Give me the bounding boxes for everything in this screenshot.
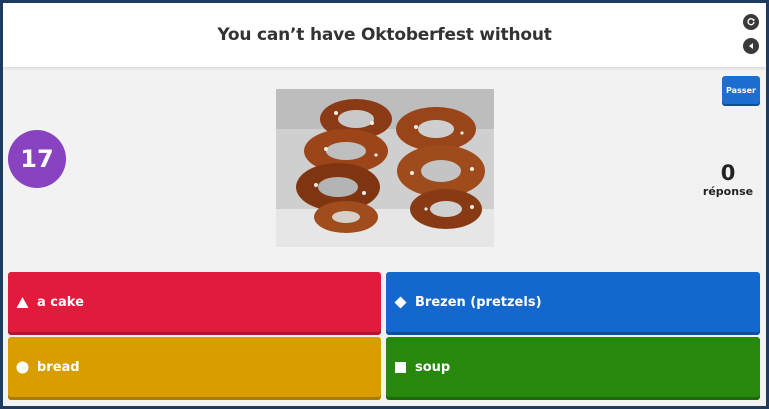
answers-count-value: 0 bbox=[720, 161, 736, 185]
question-header: You can’t have Oktoberfest without bbox=[3, 3, 766, 67]
answers-count-label: réponse bbox=[702, 185, 754, 198]
question-text: You can’t have Oktoberfest without bbox=[217, 25, 552, 45]
diamond-icon bbox=[394, 296, 407, 309]
answers-counter: 0 réponse bbox=[698, 161, 758, 198]
answer-option-yellow[interactable]: bread bbox=[8, 337, 381, 397]
answer-label: bread bbox=[37, 359, 80, 375]
triangle-icon bbox=[16, 296, 29, 309]
circle-icon bbox=[16, 361, 29, 374]
back-icon[interactable] bbox=[743, 38, 759, 54]
refresh-icon[interactable] bbox=[743, 14, 759, 30]
answer-label: Brezen (pretzels) bbox=[415, 294, 542, 310]
quiz-screen: You can’t have Oktoberfest without Passe… bbox=[3, 3, 766, 406]
pretzel-photo bbox=[276, 89, 494, 247]
skip-button[interactable]: Passer bbox=[722, 76, 760, 104]
answer-label: a cake bbox=[37, 294, 84, 310]
answer-option-green[interactable]: soup bbox=[386, 337, 760, 397]
countdown-timer: 17 bbox=[8, 130, 66, 188]
answer-label: soup bbox=[415, 359, 451, 375]
square-icon bbox=[394, 361, 407, 374]
answer-option-red[interactable]: a cake bbox=[8, 272, 381, 332]
answer-option-blue[interactable]: Brezen (pretzels) bbox=[386, 272, 760, 332]
